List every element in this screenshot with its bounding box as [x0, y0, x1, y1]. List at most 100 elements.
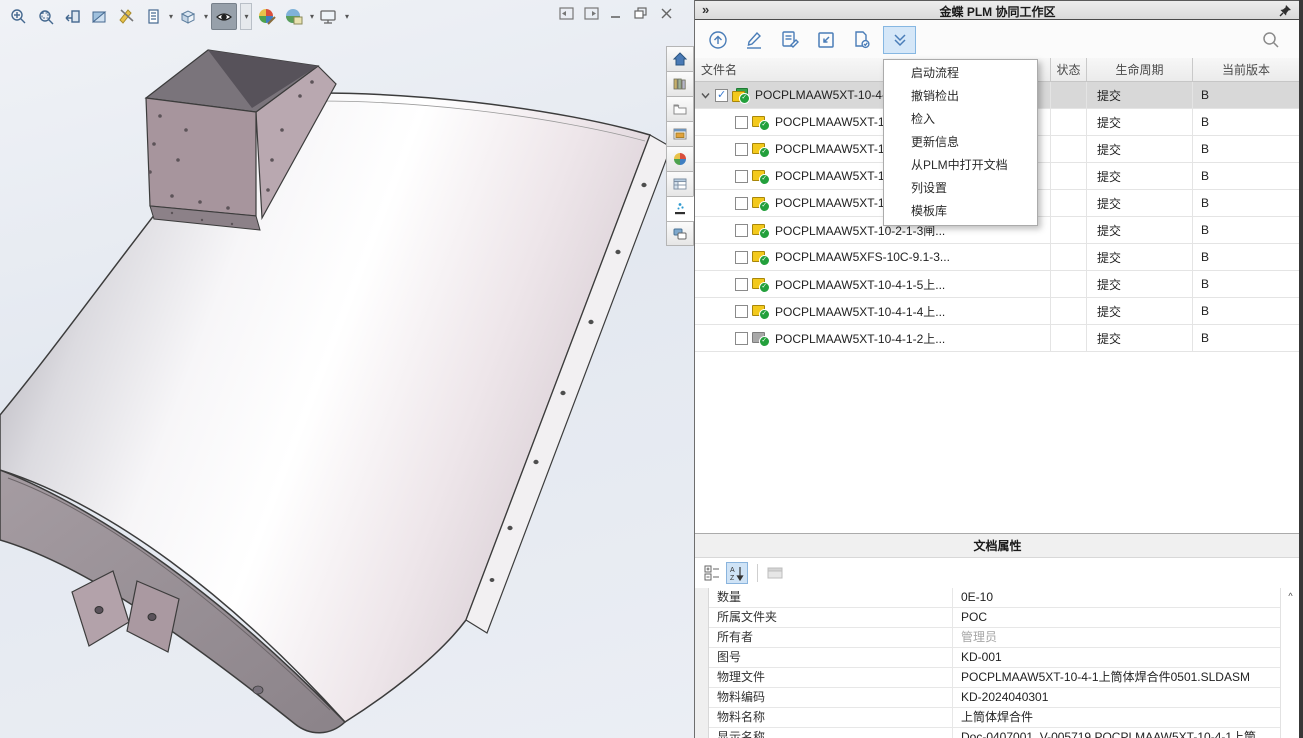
status-cell: [1051, 190, 1087, 216]
sketch-tools-button[interactable]: [114, 4, 138, 29]
minimize-button[interactable]: [608, 6, 624, 21]
svg-text:Z: Z: [730, 575, 735, 581]
view-orientation-button[interactable]: [176, 4, 200, 29]
section-view-icon: [90, 7, 109, 26]
table-row[interactable]: POCPLMAAW5XFS-10C-9.1-3... 提交 B: [695, 244, 1300, 271]
taskpane-tab-file-explorer[interactable]: [666, 96, 694, 121]
prop-row[interactable]: 物料编码 KD-2024040301: [709, 688, 1281, 708]
version-cell: B: [1193, 298, 1299, 324]
categorized-button[interactable]: [701, 562, 723, 584]
search-button[interactable]: [1256, 26, 1286, 54]
annotation-views-button[interactable]: [141, 4, 165, 29]
view-settings-button[interactable]: [317, 4, 341, 29]
scroll-up-arrow-icon[interactable]: ^: [1281, 588, 1300, 604]
prop-row[interactable]: 数量 0E-10: [709, 588, 1281, 608]
view-orientation-caret-icon[interactable]: ▾: [204, 12, 208, 21]
menu-item-column-settings[interactable]: 列设置: [884, 177, 1037, 200]
dock-right-button[interactable]: [583, 6, 599, 21]
more-actions-chevron-icon: [891, 32, 909, 48]
row-checkbox[interactable]: [735, 197, 748, 210]
prop-row[interactable]: 所属文件夹 POC: [709, 608, 1281, 628]
row-checkbox[interactable]: [735, 278, 748, 291]
annotation-caret-icon[interactable]: ▾: [169, 12, 173, 21]
edit-appearance-button[interactable]: [255, 4, 279, 29]
prop-row[interactable]: 显示名称 Doc-0407001_V-005719,POCPLMAAW5XT-1…: [709, 728, 1281, 738]
previous-view-button[interactable]: [60, 4, 84, 29]
status-cell: [1051, 163, 1087, 189]
part-icon: [752, 277, 770, 292]
row-checkbox[interactable]: [735, 116, 748, 129]
taskpane-tab-forum[interactable]: [666, 221, 694, 246]
prop-row[interactable]: 所有者 管理员: [709, 628, 1281, 648]
taskpane-tab-view-palette[interactable]: [666, 121, 694, 146]
annotation-views-icon: [144, 7, 163, 26]
table-row[interactable]: POCPLMAAW5XT-10-4-1-2上... 提交 B: [695, 325, 1300, 352]
restore-button[interactable]: [633, 6, 649, 21]
prop-row[interactable]: 图号 KD-001: [709, 648, 1281, 668]
pencil-checkout-button[interactable]: [739, 26, 769, 54]
row-checkbox[interactable]: [735, 305, 748, 318]
document-check-button[interactable]: [847, 26, 877, 54]
taskpane-tab-plm-workspace[interactable]: [666, 196, 694, 221]
cloud-upload-button[interactable]: [703, 26, 733, 54]
menu-item-update-info[interactable]: 更新信息: [884, 131, 1037, 154]
lifecycle-cell: 提交: [1087, 298, 1193, 324]
row-checkbox[interactable]: [735, 224, 748, 237]
document-edit-button[interactable]: [775, 26, 805, 54]
taskpane-tab-home[interactable]: [666, 46, 694, 71]
file-name: POCPLMAAW5XT-10-4-1-4上...: [775, 303, 945, 320]
prop-value: 管理员: [953, 628, 1281, 647]
column-header-lifecycle[interactable]: 生命周期: [1087, 58, 1193, 81]
cad-viewport[interactable]: ▾ ▾ ▾: [0, 0, 694, 738]
window-right-edge: [1299, 0, 1303, 738]
zoom-fit-button[interactable]: [6, 4, 30, 29]
prop-row[interactable]: 物理文件 POCPLMAAW5XT-10-4-1上筒体焊合件0501.SLDAS…: [709, 668, 1281, 688]
taskpane-tab-custom-properties[interactable]: [666, 171, 694, 196]
menu-item-undo-checkout[interactable]: 撤销检出: [884, 85, 1037, 108]
display-style-button[interactable]: [211, 3, 237, 30]
prop-label: 图号: [709, 648, 953, 667]
3d-model[interactable]: [0, 0, 694, 738]
view-settings-caret-icon[interactable]: ▾: [345, 12, 349, 21]
prop-label: 显示名称: [709, 728, 953, 738]
part-icon: [752, 169, 770, 184]
sort-az-button[interactable]: A Z: [726, 562, 748, 584]
props-scrollbar[interactable]: ^: [1280, 588, 1300, 738]
section-view-button[interactable]: [87, 4, 111, 29]
table-row[interactable]: POCPLMAAW5XT-10-4-1-4上... 提交 B: [695, 298, 1300, 325]
row-checkbox[interactable]: [715, 89, 728, 102]
zoom-area-icon: [36, 7, 55, 26]
status-cell: [1051, 298, 1087, 324]
display-style-caret-icon[interactable]: ▾: [240, 3, 252, 30]
zoom-area-button[interactable]: [33, 4, 57, 29]
part-icon: [752, 250, 770, 265]
prop-label: 物料编码: [709, 688, 953, 707]
close-button[interactable]: [658, 6, 674, 21]
more-actions-button[interactable]: [883, 26, 916, 54]
plm-workspace-icon: [672, 201, 688, 217]
prop-row[interactable]: 物料名称 上筒体焊合件: [709, 708, 1281, 728]
apply-scene-button[interactable]: [282, 4, 306, 29]
file-name: POCPLMAAW5XT-10: [775, 196, 891, 210]
column-header-version[interactable]: 当前版本: [1193, 58, 1299, 81]
pin-icon[interactable]: [1279, 4, 1292, 17]
menu-item-start-process[interactable]: 启动流程: [884, 62, 1037, 85]
table-row[interactable]: POCPLMAAW5XT-10-4-1-5上... 提交 B: [695, 271, 1300, 298]
taskpane-tab-design-library[interactable]: [666, 71, 694, 96]
row-checkbox[interactable]: [735, 143, 748, 156]
menu-item-open-from-plm[interactable]: 从PLM中打开文档: [884, 154, 1037, 177]
column-header-status[interactable]: 状态: [1051, 58, 1087, 81]
menu-item-checkin[interactable]: 检入: [884, 108, 1037, 131]
row-checkbox[interactable]: [735, 332, 748, 345]
version-cell: B: [1193, 217, 1299, 243]
categorized-icon: [704, 565, 720, 581]
version-cell: B: [1193, 325, 1299, 351]
row-checkbox[interactable]: [735, 251, 748, 264]
row-checkbox[interactable]: [735, 170, 748, 183]
menu-item-template-library[interactable]: 模板库: [884, 200, 1037, 223]
checkin-button[interactable]: [811, 26, 841, 54]
dock-left-button[interactable]: [558, 6, 574, 21]
expand-chevron-icon[interactable]: [699, 92, 711, 99]
apply-scene-caret-icon[interactable]: ▾: [310, 12, 314, 21]
taskpane-tab-appearances[interactable]: [666, 146, 694, 171]
